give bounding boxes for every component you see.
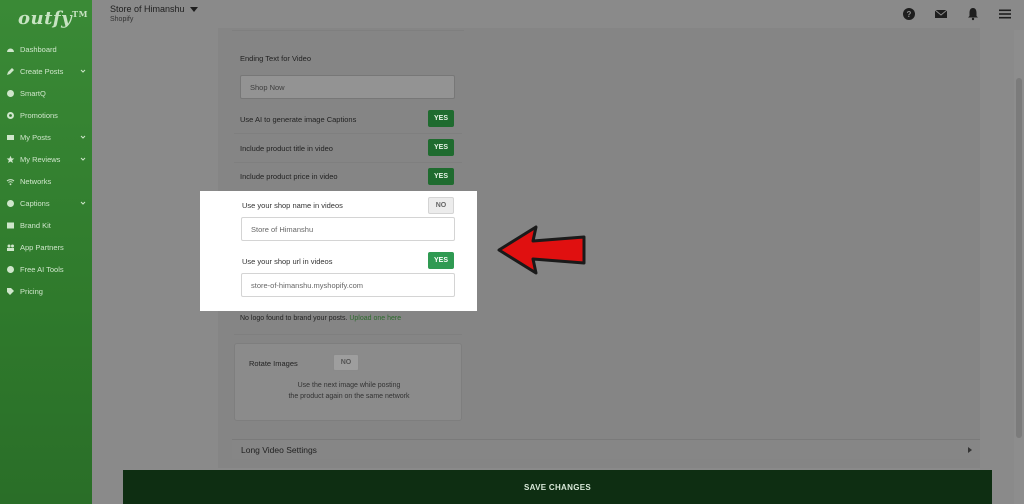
sidebar-item-label: Create Posts	[20, 66, 64, 76]
rotate-help-line-2: the product again on the same network	[288, 393, 410, 400]
chevron-right-icon	[968, 447, 972, 453]
product-price-toggle[interactable]: YES	[428, 168, 454, 185]
sidebar-item-label: Dashboard	[20, 44, 57, 54]
product-title-label: Include product title in video	[240, 144, 333, 153]
sidebar: outfyTM Dashboard Create Posts SmartQ Promo…	[0, 0, 92, 504]
sidebar-item-create-posts[interactable]: Create Posts	[0, 60, 92, 82]
sidebar-item-label: Networks	[20, 176, 52, 186]
sidebar-item-networks[interactable]: Networks	[0, 170, 92, 192]
divider	[234, 334, 462, 335]
store-platform: Shopify	[110, 16, 134, 23]
save-changes-button[interactable]: SAVE CHANGES	[123, 470, 992, 504]
chevron-down-icon	[80, 67, 86, 73]
sidebar-item-free-ai-tools[interactable]: Free AI Tools	[0, 258, 92, 280]
sidebar-item-pricing[interactable]: Pricing	[0, 280, 92, 302]
shop-url-toggle[interactable]: YES	[428, 252, 454, 269]
ending-text-label: Ending Text for Video	[240, 54, 312, 63]
highlight-card: Use your shop name in videos NO Store of…	[200, 191, 477, 311]
shop-name-toggle[interactable]: NO	[428, 197, 454, 214]
sidebar-item-label: App Partners	[20, 242, 64, 252]
ai-captions-toggle[interactable]: YES	[428, 110, 454, 127]
top-bar: Store of Himanshu Shopify ?	[92, 0, 1024, 30]
shop-name-label: Use your shop name in videos	[242, 201, 343, 210]
scrollbar[interactable]	[1014, 30, 1024, 504]
shop-url-label: Use your shop url in videos	[242, 257, 333, 266]
sidebar-item-promotions[interactable]: Promotions	[0, 104, 92, 126]
captions-icon	[6, 199, 15, 208]
sidebar-item-smartq[interactable]: SmartQ	[0, 82, 92, 104]
sidebar-item-my-reviews[interactable]: My Reviews	[0, 148, 92, 170]
brand-kit-icon	[6, 221, 15, 230]
rotate-images-box: Rotate Images NO Use the next image whil…	[234, 343, 462, 421]
sidebar-item-dashboard[interactable]: Dashboard	[0, 38, 92, 60]
rotate-help-line-1: Use the next image while posting	[297, 382, 401, 389]
tag-icon	[6, 287, 15, 296]
rotate-images-label: Rotate Images	[249, 359, 298, 368]
smartq-icon	[6, 89, 15, 98]
pencil-icon	[6, 67, 15, 76]
long-video-settings-label: Long Video Settings	[241, 444, 317, 455]
divider	[234, 133, 462, 134]
sidebar-item-app-partners[interactable]: App Partners	[0, 236, 92, 258]
rotate-images-toggle[interactable]: NO	[333, 354, 359, 371]
ai-tools-icon	[6, 265, 15, 274]
menu-icon[interactable]	[998, 7, 1012, 21]
shop-name-input[interactable]: Store of Himanshu	[241, 217, 455, 241]
sidebar-item-label: Promotions	[20, 110, 58, 120]
no-logo-text: No logo found to brand your posts. Uploa…	[240, 315, 402, 322]
sidebar-item-label: Free AI Tools	[20, 264, 64, 274]
sidebar-item-my-posts[interactable]: My Posts	[0, 126, 92, 148]
chevron-down-icon	[80, 199, 86, 205]
product-price-label: Include product price in video	[240, 172, 338, 181]
sidebar-item-label: Pricing	[20, 286, 43, 296]
chevron-down-icon	[80, 155, 86, 161]
store-selector[interactable]: Store of Himanshu	[110, 4, 198, 14]
caret-down-icon	[189, 7, 198, 13]
long-video-settings-header[interactable]: Long Video Settings	[232, 439, 980, 459]
shop-url-input[interactable]: store-of-himanshu.myshopify.com	[241, 273, 455, 297]
chevron-down-icon	[80, 133, 86, 139]
sidebar-item-brand-kit[interactable]: Brand Kit	[0, 214, 92, 236]
svg-text:?: ?	[907, 10, 912, 19]
ai-captions-label: Use AI to generate image Captions	[240, 115, 357, 124]
sidebar-item-label: SmartQ	[20, 88, 46, 98]
mail-icon[interactable]	[934, 7, 948, 21]
help-icon[interactable]: ?	[902, 7, 916, 21]
bell-icon[interactable]	[966, 7, 980, 21]
upload-logo-link[interactable]: Upload one here	[349, 315, 401, 322]
divider	[232, 30, 464, 31]
red-arrow-icon	[497, 225, 586, 275]
sidebar-item-captions[interactable]: Captions	[0, 192, 92, 214]
star-icon	[6, 155, 15, 164]
sidebar-item-label: Brand Kit	[20, 220, 51, 230]
sidebar-item-label: My Posts	[20, 132, 51, 142]
partners-icon	[6, 243, 15, 252]
product-title-toggle[interactable]: YES	[428, 139, 454, 156]
promotions-icon	[6, 111, 15, 120]
wifi-icon	[6, 177, 15, 186]
logo[interactable]: outfyTM	[18, 8, 88, 29]
ending-text-input[interactable]: Shop Now	[240, 75, 455, 99]
posts-icon	[6, 133, 15, 142]
dashboard-icon	[6, 45, 15, 54]
sidebar-item-label: Captions	[20, 198, 50, 208]
sidebar-item-label: My Reviews	[20, 154, 61, 164]
sidebar-nav: Dashboard Create Posts SmartQ Promotions My …	[0, 38, 92, 302]
scrollbar-thumb[interactable]	[1016, 78, 1022, 438]
divider	[234, 162, 462, 163]
